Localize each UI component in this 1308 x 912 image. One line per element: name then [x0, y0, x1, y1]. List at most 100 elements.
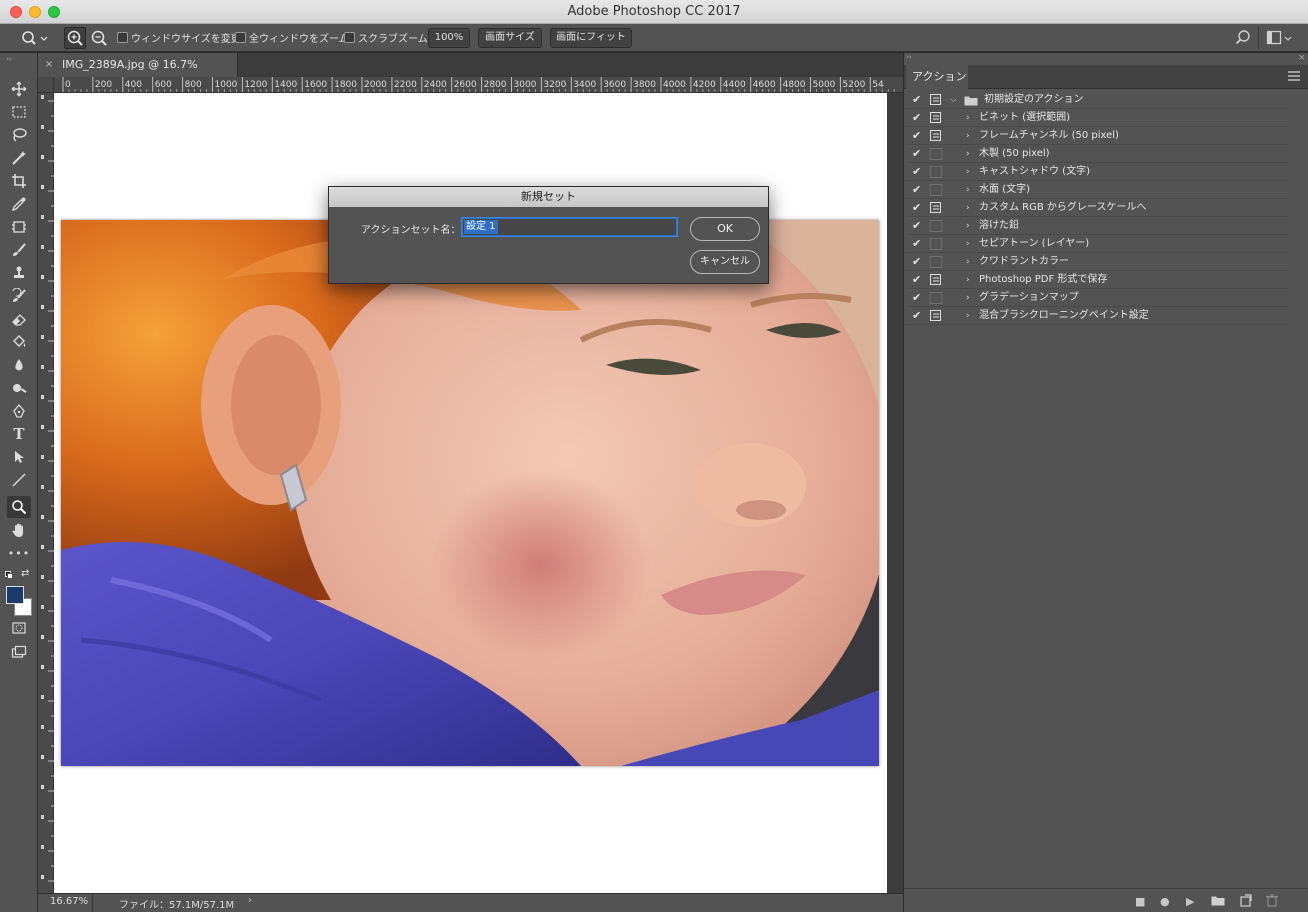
rectangular-marquee-tool-icon[interactable] — [7, 101, 31, 123]
scrubby-zoom-checkbox[interactable] — [344, 32, 355, 43]
eyedropper-tool-icon[interactable] — [7, 193, 31, 215]
dialog-toggle-box[interactable] — [930, 256, 942, 268]
lasso-tool-icon[interactable] — [7, 124, 31, 146]
close-document-icon[interactable]: × — [45, 53, 53, 77]
quick-mask-icon[interactable] — [7, 617, 31, 639]
checkmark-icon[interactable]: ✔ — [912, 289, 924, 307]
action-set-row[interactable]: ✔ ⌵ 初期設定のアクション — [908, 91, 1288, 109]
fit-screen-button[interactable]: 画面にフィット — [550, 28, 632, 48]
chevron-right-icon[interactable]: › — [966, 163, 970, 181]
action-row[interactable]: ✔ › キャストシャドウ (文字) — [908, 163, 1288, 181]
checkmark-icon[interactable]: ✔ — [912, 235, 924, 253]
record-icon[interactable]: ● — [1160, 895, 1170, 908]
checkmark-icon[interactable]: ✔ — [912, 307, 924, 325]
hand-tool-icon[interactable] — [7, 519, 31, 541]
action-row[interactable]: ✔ › フレームチャンネル (50 pixel) — [908, 127, 1288, 145]
zoom-tool-preset-icon[interactable] — [20, 29, 48, 50]
quick-selection-tool-icon[interactable] — [7, 147, 31, 169]
action-row[interactable]: ✔ › クワドラントカラー — [908, 253, 1288, 271]
checkmark-icon[interactable]: ✔ — [912, 253, 924, 271]
dialog-toggle-box[interactable] — [930, 148, 942, 160]
foreground-color-swatch[interactable] — [6, 586, 24, 604]
action-row[interactable]: ✔ › 水面 (文字) — [908, 181, 1288, 199]
ok-button[interactable]: OK — [690, 217, 760, 241]
chevron-down-icon[interactable]: ⌵ — [950, 91, 957, 109]
dialog-toggle-box[interactable] — [930, 292, 942, 304]
dialog-toggle-icon[interactable] — [930, 202, 941, 213]
history-brush-tool-icon[interactable] — [7, 285, 31, 307]
chevron-right-icon[interactable]: › — [966, 145, 970, 163]
dialog-toggle-icon[interactable] — [930, 130, 941, 141]
chevron-right-icon[interactable]: › — [966, 127, 970, 145]
action-row[interactable]: ✔ › セピアトーン (レイヤー) — [908, 235, 1288, 253]
path-selection-tool-icon[interactable] — [7, 446, 31, 468]
search-icon[interactable] — [1234, 29, 1252, 50]
more-tools-icon[interactable]: ••• — [7, 543, 31, 565]
swap-colors-icon[interactable]: ⇄ — [21, 568, 29, 579]
line-tool-icon[interactable] — [7, 469, 31, 491]
close-panel-icon[interactable]: × — [1298, 53, 1306, 63]
frame-tool-icon[interactable] — [7, 216, 31, 238]
dialog-toggle-icon[interactable] — [930, 310, 941, 321]
dialog-toggle-box[interactable] — [930, 238, 942, 250]
checkmark-icon[interactable]: ✔ — [912, 109, 924, 127]
resize-windows-checkbox[interactable] — [117, 32, 128, 43]
panel-menu-icon[interactable] — [1288, 71, 1300, 84]
chevron-right-icon[interactable]: › — [966, 235, 970, 253]
status-zoom[interactable]: 16.67% — [50, 896, 88, 907]
chevron-right-icon[interactable]: › — [966, 181, 970, 199]
dialog-toggle-icon[interactable] — [930, 94, 941, 105]
clone-stamp-tool-icon[interactable] — [7, 262, 31, 284]
action-row[interactable]: ✔ › 混合ブラシクローニングペイント設定 — [908, 307, 1288, 325]
document-photo[interactable] — [61, 220, 879, 766]
vertical-scrollbar[interactable] — [887, 93, 903, 893]
action-row[interactable]: ✔ › 木製 (50 pixel) — [908, 145, 1288, 163]
dialog-toggle-icon[interactable] — [930, 112, 941, 123]
blur-tool-icon[interactable] — [7, 354, 31, 376]
document-tab[interactable]: × IMG_2389A.jpg @ 16.7% (RGB/8) — [38, 53, 238, 95]
dialog-toggle-box[interactable] — [930, 166, 942, 178]
dialog-toggle-icon[interactable] — [930, 274, 941, 285]
minimize-window-button[interactable] — [29, 6, 41, 18]
paint-bucket-tool-icon[interactable] — [7, 331, 31, 353]
dialog-toggle-box[interactable] — [930, 184, 942, 196]
actions-panel-tab[interactable]: アクション — [906, 65, 968, 89]
checkmark-icon[interactable]: ✔ — [912, 127, 924, 145]
chevron-right-icon[interactable]: › — [966, 271, 970, 289]
collapse-panel-icon[interactable]: ›› — [906, 53, 912, 61]
pen-tool-icon[interactable] — [7, 400, 31, 422]
close-window-button[interactable] — [10, 6, 22, 18]
zoom-in-icon[interactable] — [64, 27, 86, 49]
eraser-tool-icon[interactable] — [7, 308, 31, 330]
default-colors-icon[interactable] — [5, 571, 13, 579]
new-set-icon[interactable] — [1211, 895, 1225, 906]
action-row[interactable]: ✔ › Photoshop PDF 形式で保存 — [908, 271, 1288, 289]
screen-size-button[interactable]: 画面サイズ — [478, 28, 542, 48]
zoom-all-windows-checkbox[interactable] — [235, 32, 246, 43]
checkmark-icon[interactable]: ✔ — [912, 217, 924, 235]
checkmark-icon[interactable]: ✔ — [912, 199, 924, 217]
ruler-origin[interactable] — [38, 77, 54, 93]
zoom-out-icon[interactable] — [89, 28, 109, 51]
action-row[interactable]: ✔ › ビネット (選択範囲) — [908, 109, 1288, 127]
chevron-right-icon[interactable]: › — [966, 217, 970, 235]
dodge-tool-icon[interactable] — [7, 377, 31, 399]
dialog-toggle-box[interactable] — [930, 220, 942, 232]
chevron-right-icon[interactable]: › — [966, 307, 970, 325]
crop-tool-icon[interactable] — [7, 170, 31, 192]
checkmark-icon[interactable]: ✔ — [912, 145, 924, 163]
checkmark-icon[interactable]: ✔ — [912, 271, 924, 289]
zoom-window-button[interactable] — [48, 6, 60, 18]
new-action-icon[interactable] — [1240, 894, 1252, 907]
chevron-right-icon[interactable]: › — [966, 253, 970, 271]
play-icon[interactable]: ▶ — [1186, 895, 1194, 908]
move-tool-icon[interactable] — [7, 78, 31, 100]
zoom-tool-icon[interactable] — [7, 496, 31, 518]
set-name-input[interactable]: 設定 1 — [462, 218, 677, 236]
brush-tool-icon[interactable] — [7, 239, 31, 261]
collapse-toolbar-icon[interactable]: ›› — [6, 55, 12, 63]
zoom-100-button[interactable]: 100% — [428, 28, 470, 48]
action-row[interactable]: ✔ › カスタム RGB からグレースケールへ — [908, 199, 1288, 217]
chevron-right-icon[interactable]: › — [966, 109, 970, 127]
workspace-icon[interactable] — [1266, 29, 1294, 50]
